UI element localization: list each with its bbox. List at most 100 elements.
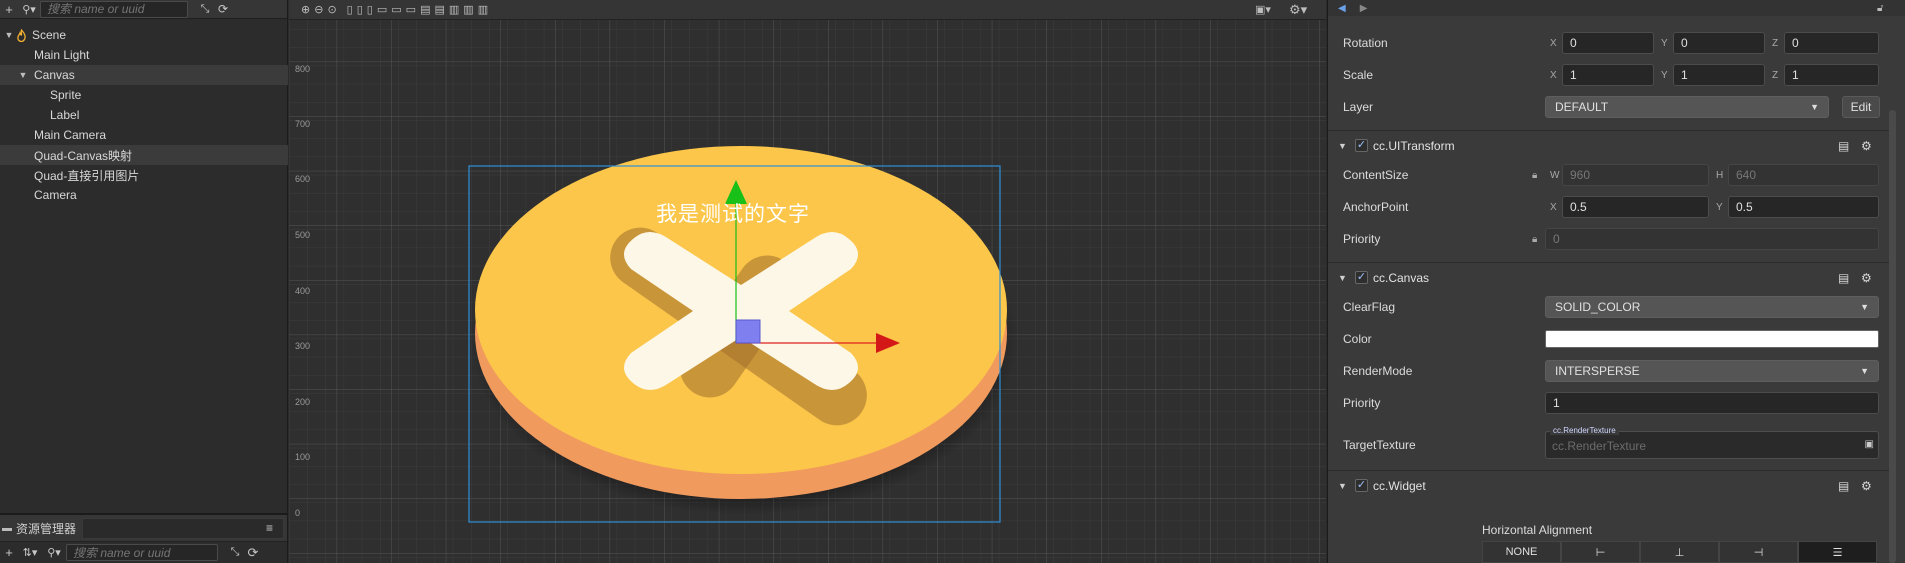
priority-label: Priority [1343, 232, 1381, 246]
zoom-out-icon[interactable]: ⊖ [314, 3, 323, 16]
align-center-icon[interactable]: ▯ [357, 3, 363, 16]
content-width-input[interactable]: 960 [1562, 164, 1709, 186]
asset-picker-icon[interactable]: ▣ [1865, 439, 1874, 450]
rotation-z-input[interactable]: 0 [1784, 32, 1879, 54]
tree-node-quad-canvas[interactable]: Quad-Canvas映射 [0, 145, 288, 165]
inspector-panel: ◀ ▶ 🔓︎ Rotation X 0 Y 0 Z 0 Scale X 1 Y … [1327, 0, 1905, 563]
collapse-all-icon[interactable]: ⤡ [226, 544, 244, 562]
align-left-icon[interactable]: ▯ [347, 3, 353, 16]
render-mode-select[interactable]: INTERSPERSE ▼ [1545, 360, 1879, 382]
zoom-reset-icon[interactable]: ⊙ [327, 3, 336, 16]
widget-header[interactable]: ▼ ✓ cc.Widget ▤ ⚙ [1328, 470, 1889, 500]
scene-view[interactable]: ⊕ ⊖ ⊙ ▯ ▯ ▯ ▭ ▭ ▭ ▤ ▤ ▥ ▥ ▥ ▣▾ ⚙▾ 800 70… [289, 0, 1326, 563]
uitransform-priority-input[interactable]: 0 [1545, 228, 1879, 250]
tree-node-canvas[interactable]: ▼ Canvas [0, 65, 288, 85]
sort-icon[interactable]: ⇅▾ [18, 544, 42, 562]
collapse-all-icon[interactable]: ⤡ [196, 0, 214, 18]
color-swatch[interactable] [1545, 330, 1879, 348]
collapse-arrow-icon[interactable]: ▼ [1338, 273, 1347, 283]
tree-node-label: Main Camera [34, 128, 107, 142]
tree-node-quad-direct[interactable]: Quad-直接引用图片 [0, 165, 288, 185]
tree-node-label: Quad-Canvas映射 [34, 148, 133, 163]
align-none-button[interactable]: NONE [1482, 541, 1561, 563]
layer-label: Layer [1343, 100, 1374, 114]
component-settings-icon[interactable]: ⚙ [1861, 271, 1872, 285]
ruler-label: 500 [295, 230, 311, 240]
align-center-icon[interactable]: ⊥ [1640, 541, 1719, 563]
help-book-icon[interactable]: ▤ [1838, 139, 1849, 153]
search-filter-icon[interactable]: ⚲▾ [42, 544, 66, 562]
collapse-arrow-icon[interactable]: ▼ [1338, 141, 1347, 151]
tree-node-camera[interactable]: Camera [0, 185, 288, 205]
anchor-y-input[interactable]: 0.5 [1728, 196, 1879, 218]
align-right-icon[interactable]: ▯ [367, 3, 373, 16]
distribute-b-icon[interactable]: ▥ [463, 3, 473, 16]
distribute-v-icon[interactable]: ▤ [434, 3, 444, 16]
clear-flag-select[interactable]: SOLID_COLOR ▼ [1545, 296, 1879, 318]
target-texture-field[interactable]: cc.RenderTexture cc.RenderTexture ▣ [1545, 426, 1879, 459]
refresh-icon[interactable]: ⟳ [214, 0, 232, 18]
rotation-y-input[interactable]: 0 [1673, 32, 1765, 54]
add-node-button[interactable]: + [0, 0, 18, 18]
tree-node-sprite[interactable]: Sprite [0, 85, 288, 105]
align-middle-icon[interactable]: ▭ [391, 3, 401, 16]
refresh-icon[interactable]: ⟳ [244, 544, 262, 562]
canvas-header[interactable]: ▼ ✓ cc.Canvas ▤ ⚙ [1328, 262, 1889, 292]
forward-icon[interactable]: ▶ [1360, 3, 1368, 14]
menu-icon[interactable]: ≡ [266, 521, 273, 535]
camera-dropdown-icon[interactable]: ▣▾ [1255, 3, 1271, 16]
canvas-priority-input[interactable]: 1 [1545, 392, 1879, 414]
horizontal-alignment-label: Horizontal Alignment [1482, 523, 1593, 537]
scene-label-text[interactable]: 我是测试的文字 [656, 198, 810, 228]
align-stretch-icon[interactable]: ☰ [1798, 541, 1877, 563]
tree-node-main-camera[interactable]: Main Camera [0, 125, 288, 145]
distribute-h-icon[interactable]: ▤ [420, 3, 430, 16]
align-left-icon[interactable]: ⊢ [1561, 541, 1640, 563]
tree-node-label: Canvas [34, 68, 75, 82]
canvas-enabled-checkbox[interactable]: ✓ [1355, 271, 1368, 284]
layer-select[interactable]: DEFAULT ▼ [1545, 96, 1829, 118]
scale-x-input[interactable]: 1 [1562, 64, 1654, 86]
tree-node-main-light[interactable]: Main Light [0, 45, 288, 65]
help-book-icon[interactable]: ▤ [1838, 479, 1849, 493]
expand-arrow-icon[interactable]: ▼ [3, 30, 15, 40]
back-icon[interactable]: ◀ [1338, 3, 1346, 14]
help-book-icon[interactable]: ▤ [1838, 271, 1849, 285]
uitransform-header[interactable]: ▼ ✓ cc.UITransform ▤ ⚙ [1328, 130, 1889, 160]
horizontal-alignment-group: NONE ⊢ ⊥ ⊣ ☰ [1482, 541, 1877, 563]
add-asset-button[interactable]: + [0, 544, 18, 562]
expand-arrow-icon[interactable]: ▼ [17, 70, 29, 80]
distribute-a-icon[interactable]: ▥ [449, 3, 459, 16]
scale-y-input[interactable]: 1 [1673, 64, 1765, 86]
uitransform-enabled-checkbox[interactable]: ✓ [1355, 139, 1368, 152]
inspector-scrollbar[interactable] [1889, 110, 1896, 563]
tree-node-label-node[interactable]: Label [0, 105, 288, 125]
align-top-icon[interactable]: ▭ [377, 3, 387, 16]
rotation-x-input[interactable]: 0 [1562, 32, 1654, 54]
clear-flag-value: SOLID_COLOR [1555, 300, 1641, 314]
content-height-input[interactable]: 640 [1728, 164, 1879, 186]
anchor-x-input[interactable]: 0.5 [1562, 196, 1709, 218]
component-settings-icon[interactable]: ⚙ [1861, 479, 1872, 493]
collapse-arrow-icon[interactable]: ▼ [1338, 481, 1347, 491]
tree-node-scene[interactable]: ▼ Scene [0, 25, 288, 45]
align-bottom-icon[interactable]: ▭ [406, 3, 416, 16]
gizmo-center-handle[interactable] [735, 319, 761, 344]
rotation-label: Rotation [1343, 36, 1388, 50]
search-filter-icon[interactable]: ⚲▾ [18, 0, 40, 18]
scale-label: Scale [1343, 68, 1374, 82]
assets-tab[interactable]: ▬ 资源管理器 [2, 520, 76, 537]
scene-settings-icon[interactable]: ⚙▾ [1289, 2, 1307, 18]
assets-search-input[interactable] [66, 544, 218, 561]
distribute-c-icon[interactable]: ▥ [478, 3, 488, 16]
color-label: Color [1343, 332, 1372, 346]
hierarchy-search-input[interactable] [40, 0, 188, 18]
widget-enabled-checkbox[interactable]: ✓ [1355, 479, 1368, 492]
scale-z-input[interactable]: 1 [1784, 64, 1879, 86]
lock-panel-icon[interactable]: 🔓︎ [1877, 3, 1883, 14]
zoom-in-icon[interactable]: ⊕ [301, 3, 310, 16]
axis-y-label: Y [1661, 69, 1668, 81]
align-right-icon[interactable]: ⊣ [1719, 541, 1798, 563]
component-settings-icon[interactable]: ⚙ [1861, 139, 1872, 153]
layer-edit-button[interactable]: Edit [1842, 96, 1880, 118]
